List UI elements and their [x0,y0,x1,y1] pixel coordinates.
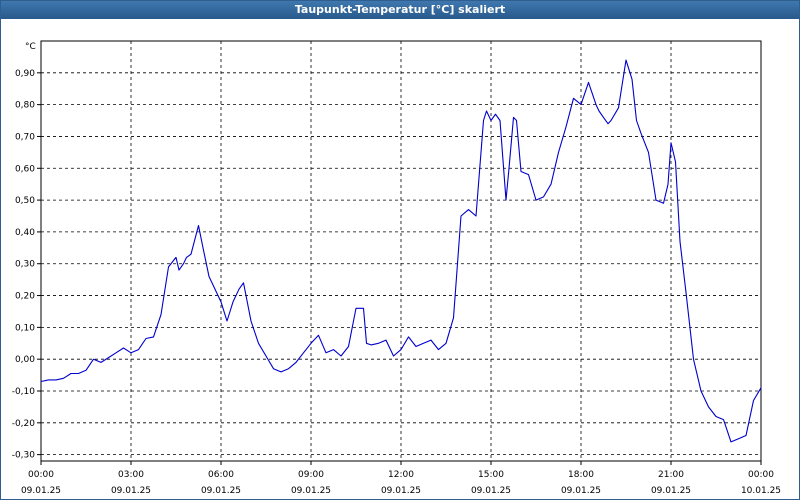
x-tick-date-label: 09.01.25 [111,486,151,496]
y-tick-label: 0,40 [15,228,35,238]
chart-window: 0,90 0,80 0,70 0,60 0,50 0,40 0,30 0,20 0,10 0,00… [0,0,800,500]
x-tick-time-label: 12:00 [388,470,414,480]
x-tick-date-label: 09.01.25 [291,486,331,496]
x-tick-date-label: 09.01.25 [201,486,241,496]
window-title: Taupunkt-Temperatur [°C] skaliert [1,1,799,19]
y-axis-unit-label: °C [25,42,36,52]
x-tick-time-label: 00:00 [28,470,54,480]
x-tick-date-label: 10.01.25 [741,486,781,496]
y-tick-label: -0,10 [12,387,36,397]
x-tick-time-label: 03:00 [118,470,144,480]
chart-svg: 0,90 0,80 0,70 0,60 0,50 0,40 0,30 0,20 0,10 0,00… [12,40,781,496]
x-tick-date-label: 09.01.25 [381,486,421,496]
y-tick-label: 0,00 [15,355,35,365]
x-tick-date-label: 09.01.25 [651,486,691,496]
x-tick-time-label: 06:00 [208,470,234,480]
x-tick-time-label: 09:00 [298,470,324,480]
y-tick-label: 0,80 [15,101,35,111]
y-tick-label: 0,20 [15,292,35,302]
x-tick-date-label: 09.01.25 [21,486,61,496]
x-tick-time-label: 15:00 [478,470,504,480]
y-tick-label: -0,30 [12,451,36,461]
x-tick-time-label: 18:00 [568,470,594,480]
x-tick-time-label: 21:00 [658,470,684,480]
x-tick-date-label: 09.01.25 [561,486,601,496]
y-tick-label: 0,30 [15,260,35,270]
y-tick-label: 0,90 [15,69,35,79]
y-tick-label: 0,10 [15,323,35,333]
y-tick-label: 0,50 [15,196,35,206]
x-tick-time-label: 00:00 [748,470,774,480]
y-tick-label: 0,70 [15,132,35,142]
y-tick-label: 0,60 [15,164,35,174]
x-tick-date-label: 09.01.25 [471,486,511,496]
y-tick-label: -0,20 [12,419,36,429]
